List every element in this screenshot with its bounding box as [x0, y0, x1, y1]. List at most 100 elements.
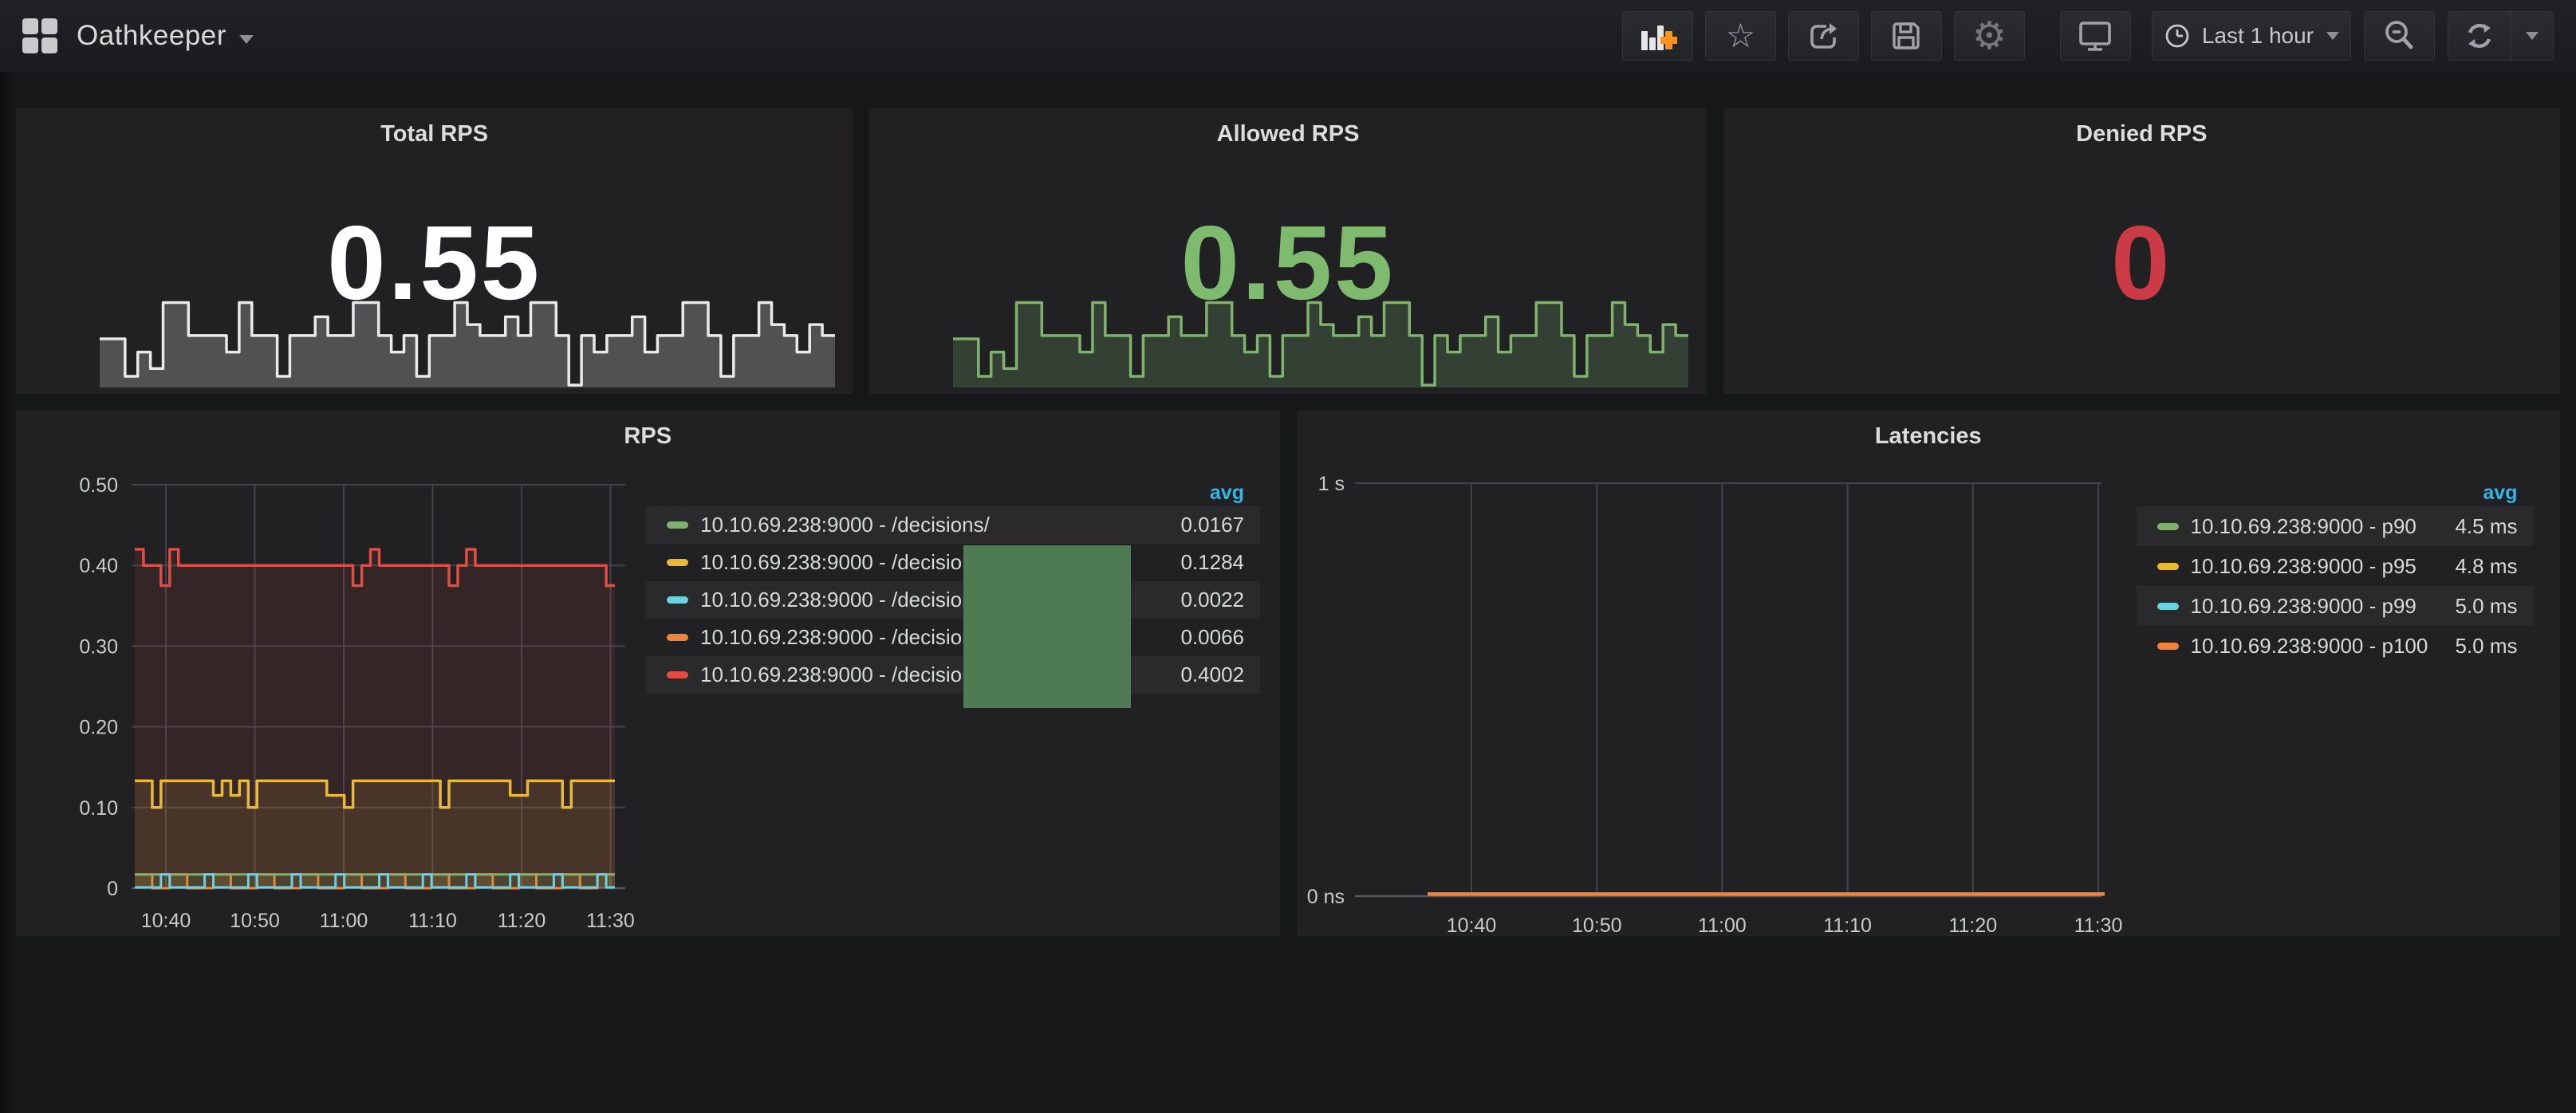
svg-text:11:00: 11:00 [1698, 914, 1747, 936]
refresh-button[interactable] [2448, 12, 2511, 60]
panel-latencies-graph: Latencies 10:40 10:50 11:00 11:10 11:20 11:30… [1297, 411, 2561, 936]
legend-row[interactable]: 10.10.69.238:9000 - p99 5.0 ms [2137, 586, 2534, 626]
grid-square [41, 18, 57, 34]
legend-rows: 10.10.69.238:9000 - p904.5 ms10.10.69.23… [2137, 506, 2534, 666]
settings-button[interactable]: ⚙ [1954, 11, 2025, 61]
svg-text:11:30: 11:30 [2074, 914, 2122, 936]
panel-allowed-rps: Allowed RPS 0.55 [869, 108, 1706, 394]
grid-square [22, 37, 38, 53]
panel-title[interactable]: Allowed RPS [869, 121, 1706, 147]
legend-avg-value: 4.5 ms [2455, 514, 2517, 539]
legend-avg-value: 0.0167 [1180, 513, 1244, 537]
time-range-label: Last 1 hour [2202, 23, 2314, 49]
panel-actions-group: ☆ ⚙ [1622, 11, 2025, 61]
svg-text:1 s: 1 s [1318, 473, 1344, 495]
grid-square [22, 18, 38, 34]
monitor-icon [2076, 17, 2114, 55]
legend-avg-value: 0.1284 [1180, 550, 1244, 575]
legend-series-name: 10.10.69.238:9000 - p99 [2191, 594, 2440, 619]
svg-text:0: 0 [107, 878, 118, 900]
legend-series-name: 10.10.69.238:9000 - p90 [2191, 514, 2440, 539]
panel-title[interactable]: Total RPS [16, 121, 853, 147]
legend-avg-value: 5.0 ms [2455, 594, 2517, 619]
svg-text:11:20: 11:20 [498, 910, 546, 932]
panel-title[interactable]: Denied RPS [1723, 121, 2560, 147]
cycle-view-button[interactable] [2060, 11, 2131, 61]
chevron-down-icon [2526, 32, 2539, 40]
legend-avg-value: 0.0066 [1180, 625, 1244, 650]
svg-text:11:00: 11:00 [320, 910, 368, 932]
save-icon [1887, 17, 1925, 55]
svg-text:11:10: 11:10 [1823, 914, 1872, 936]
panel-denied-rps: Denied RPS 0 [1723, 108, 2560, 394]
svg-text:10:50: 10:50 [230, 910, 280, 932]
share-icon [1804, 17, 1842, 55]
legend-row[interactable]: 10.10.69.238:9000 - /decisions/0.1284 [646, 544, 1260, 581]
svg-text:0.30: 0.30 [79, 635, 118, 658]
legend-color-swatch [667, 634, 688, 641]
graph-row: RPS 10:40 10:50 11:00 11:10 11:20 11:30 0.50 0.… [16, 411, 2560, 936]
svg-text:0.50: 0.50 [79, 474, 118, 497]
legend-color-swatch [667, 521, 688, 529]
legend-color-swatch [667, 671, 688, 678]
legend-avg-header[interactable]: avg [2137, 479, 2534, 506]
legend-color-swatch [667, 596, 688, 604]
legend-row[interactable]: 10.10.69.238:9000 - /decisions/0.0066 [646, 619, 1260, 656]
legend-avg-value: 5.0 ms [2455, 634, 2517, 659]
zoom-out-button[interactable] [2364, 11, 2435, 61]
magnifier-minus-icon [2381, 17, 2419, 55]
legend-row[interactable]: 10.10.69.238:9000 - /decisions/0.0022 [646, 581, 1260, 619]
legend-color-swatch [667, 559, 688, 566]
svg-text:11:10: 11:10 [408, 910, 457, 932]
svg-text:10:50: 10:50 [1571, 914, 1621, 936]
refresh-interval-dropdown[interactable] [2511, 12, 2553, 60]
stat-value: 0.55 [869, 210, 1706, 316]
panel-title[interactable]: RPS [16, 423, 1280, 450]
legend-overlay-artifact [963, 545, 1131, 708]
stat-row: Total RPS 0.55 Allowed RPS 0.55 Denied R… [16, 108, 2560, 394]
apps-grid-icon[interactable] [22, 18, 57, 53]
legend-row[interactable]: 10.10.69.238:9000 - p100 5.0 ms [2137, 626, 2534, 666]
star-button[interactable]: ☆ [1705, 11, 1776, 61]
svg-text:10:40: 10:40 [1446, 914, 1496, 936]
legend-color-swatch [2157, 523, 2179, 530]
share-button[interactable] [1788, 11, 1859, 61]
rps-legend: avg 10.10.69.238:9000 - /decisions/0.016… [646, 479, 1260, 694]
stat-value: 0 [1723, 210, 2560, 316]
legend-avg-value: 0.4002 [1180, 663, 1244, 687]
save-button[interactable] [1871, 11, 1942, 61]
legend-row[interactable]: 10.10.69.238:9000 - p90 4.5 ms [2137, 506, 2534, 546]
svg-text:0.10: 0.10 [79, 797, 118, 820]
svg-text:0.40: 0.40 [79, 555, 118, 577]
legend-series-name: 10.10.69.238:9000 - p100 [2191, 634, 2440, 659]
legend-avg-value: 4.8 ms [2455, 554, 2517, 579]
star-icon: ☆ [1726, 19, 1756, 53]
chevron-down-icon[interactable] [239, 35, 254, 44]
stat-value: 0.55 [16, 210, 853, 316]
navbar-actions: ☆ ⚙ [1622, 11, 2554, 61]
legend-row[interactable]: 10.10.69.238:9000 - /decisions/0.0167 [646, 506, 1260, 544]
svg-text:0 ns: 0 ns [1306, 886, 1344, 908]
svg-text:0.20: 0.20 [79, 717, 118, 739]
legend-row[interactable]: 10.10.69.238:9000 - p95 4.8 ms [2137, 546, 2534, 586]
legend-avg-header[interactable]: avg [646, 479, 1260, 506]
legend-color-swatch [2157, 643, 2179, 650]
add-panel-button[interactable] [1622, 11, 1693, 61]
grid-square [41, 37, 57, 53]
panel-title[interactable]: Latencies [1297, 423, 2561, 450]
svg-text:11:20: 11:20 [1948, 914, 1997, 936]
chevron-down-icon [2326, 32, 2339, 40]
time-range-picker[interactable]: Last 1 hour [2152, 11, 2351, 61]
clock-icon [2164, 22, 2191, 49]
legend-series-name: 10.10.69.238:9000 - p95 [2191, 554, 2440, 579]
svg-text:10:40: 10:40 [141, 910, 191, 932]
add-panel-icon [1637, 18, 1677, 54]
dashboard-title[interactable]: Oathkeeper [77, 20, 226, 52]
svg-text:11:30: 11:30 [586, 910, 635, 932]
legend-rows: 10.10.69.238:9000 - /decisions/0.016710.… [646, 506, 1260, 694]
legend-color-swatch [2157, 603, 2179, 610]
legend-color-swatch [2157, 563, 2179, 570]
refresh-icon [2461, 18, 2498, 54]
navbar: Oathkeeper ☆ [0, 0, 2576, 72]
legend-row[interactable]: 10.10.69.238:9000 - /decisions/0.4002 [646, 656, 1260, 694]
